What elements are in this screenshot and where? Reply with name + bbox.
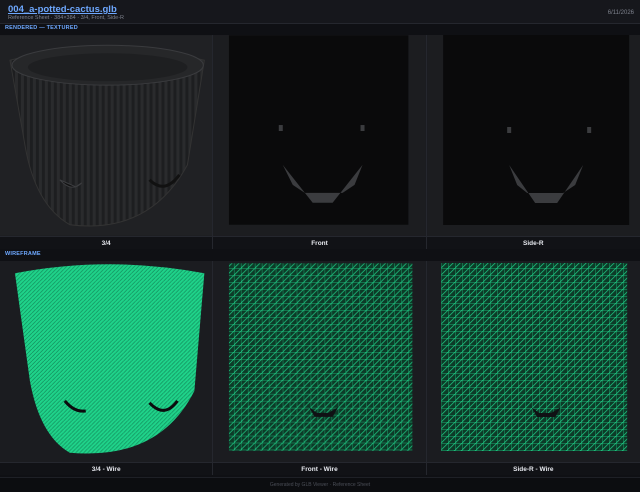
rendered-row: 3/4 Front Side-R	[0, 35, 640, 249]
footer-text: Generated by GLB Viewer · Reference Shee…	[269, 482, 371, 488]
wire-side-image	[426, 261, 640, 462]
section-label-wireframe: WIREFRAME	[5, 251, 41, 257]
view-panel-wire-front[interactable]: Front - Wire	[213, 261, 427, 475]
section-label-rendered: RENDERED — TEXTURED	[5, 25, 78, 31]
view-panel-rendered-side[interactable]: Side-R	[426, 35, 640, 249]
view-label-front-wire: Front - Wire	[213, 462, 426, 475]
sheet-subtitle: Reference Sheet · 384×384 · 3/4, Front, …	[8, 15, 125, 21]
render-front-image	[213, 35, 426, 236]
footer-bar: Generated by GLB Viewer · Reference Shee…	[0, 477, 640, 492]
wire-front-image	[213, 261, 426, 462]
render-side-image	[426, 35, 640, 236]
render-34-image	[0, 35, 213, 236]
file-title[interactable]: 004_a-potted-cactus.glb	[8, 4, 117, 15]
view-label-34-wire: 3/4 - Wire	[0, 462, 213, 475]
view-panel-wire-34[interactable]: 3/4 - Wire	[0, 261, 214, 475]
view-panel-wire-side[interactable]: Side-R - Wire	[426, 261, 640, 475]
view-label-34: 3/4	[0, 236, 213, 249]
view-label-front: Front	[213, 236, 426, 249]
wireframe-row: 3/4 - Wire Front - Wire Side-R - Wire	[0, 261, 640, 475]
view-label-side: Side-R	[426, 236, 640, 249]
date-label: 6/11/2026	[607, 10, 634, 16]
view-label-side-wire: Side-R - Wire	[426, 462, 640, 475]
view-panel-rendered-34[interactable]: 3/4	[0, 35, 214, 249]
view-panel-rendered-front[interactable]: Front	[213, 35, 427, 249]
wire-34-image	[0, 261, 213, 462]
header-bar: 004_a-potted-cactus.glb Reference Sheet …	[0, 0, 640, 24]
